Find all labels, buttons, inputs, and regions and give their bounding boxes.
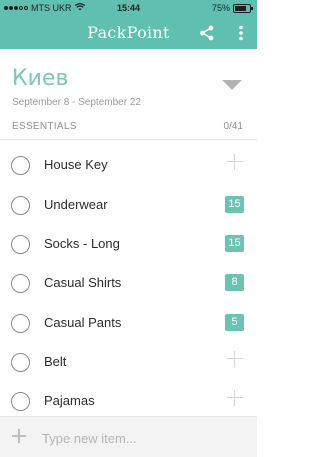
quantity-badge[interactable]: 8	[225, 274, 244, 291]
section-title: ESSENTIALS	[12, 121, 77, 132]
new-item-bar	[0, 416, 257, 457]
list-item[interactable]: Underwear 15	[0, 186, 257, 225]
item-label: Casual Shirts	[44, 275, 122, 290]
checkbox-circle[interactable]	[11, 353, 30, 372]
section-header: ESSENTIALS 0/41	[0, 119, 257, 140]
battery-fill	[235, 5, 246, 11]
new-item-input[interactable]	[40, 427, 244, 449]
checkbox-circle[interactable]	[11, 314, 30, 333]
quantity-badge[interactable]: 5	[225, 314, 244, 331]
status-bar: MTS UKR 15:44 75%	[0, 0, 257, 16]
add-quantity-icon[interactable]	[227, 390, 243, 406]
battery-percent: 75%	[211, 3, 230, 13]
list-item[interactable]: Socks - Long 15	[0, 225, 257, 264]
list-item[interactable]: Casual Pants 5	[0, 304, 257, 343]
checkbox-circle[interactable]	[11, 196, 30, 215]
nav-bar: PackPoint	[0, 16, 257, 49]
battery-icon	[233, 3, 253, 13]
list-item[interactable]: Belt	[0, 343, 257, 382]
trip-dates: September 8 - September 22	[12, 97, 141, 108]
list-item[interactable]: House Key	[0, 146, 257, 185]
dropdown-triangle-icon[interactable]	[222, 80, 242, 90]
item-label: Socks - Long	[44, 236, 120, 251]
quantity-badge[interactable]: 15	[225, 235, 244, 252]
item-label: Pajamas	[44, 393, 95, 408]
checkbox-circle[interactable]	[11, 156, 30, 175]
add-quantity-icon[interactable]	[227, 154, 243, 170]
app-title: PackPoint	[87, 23, 170, 42]
checkbox-circle[interactable]	[11, 235, 30, 254]
more-vertical-icon[interactable]	[237, 25, 245, 41]
plus-icon[interactable]	[12, 429, 26, 443]
trip-name: Киев	[12, 66, 69, 91]
trip-header[interactable]: Киев September 8 - September 22	[0, 49, 257, 119]
checkbox-circle[interactable]	[11, 274, 30, 293]
list-item[interactable]: Casual Shirts 8	[0, 264, 257, 303]
checkbox-circle[interactable]	[11, 392, 30, 411]
add-quantity-icon[interactable]	[227, 351, 243, 367]
share-icon[interactable]	[198, 24, 216, 42]
section-count: 0/41	[223, 121, 243, 132]
item-label: House Key	[44, 157, 108, 172]
item-label: Casual Pants	[44, 315, 122, 330]
status-right: 75%	[211, 3, 253, 13]
item-label: Underwear	[44, 197, 108, 212]
item-label: Belt	[44, 354, 67, 369]
quantity-badge[interactable]: 15	[225, 196, 244, 213]
